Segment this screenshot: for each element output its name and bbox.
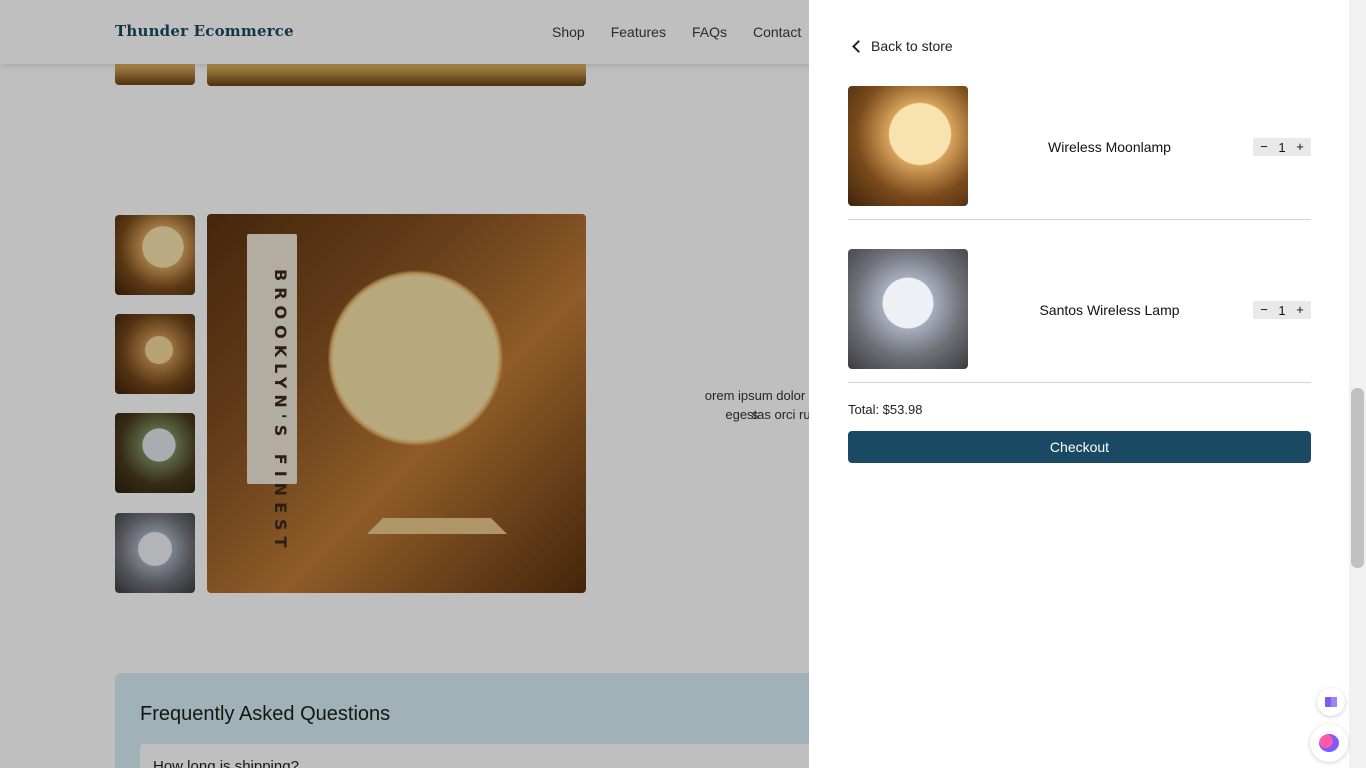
quantity-value: 1 — [1278, 139, 1286, 155]
quantity-value: 1 — [1278, 302, 1286, 318]
checkout-button[interactable]: Checkout — [848, 431, 1311, 463]
back-to-store-link[interactable]: Back to store — [851, 38, 953, 54]
book-icon — [1325, 697, 1337, 707]
assistant-widget-button[interactable] — [1310, 724, 1348, 762]
cart-total: Total: $53.98 — [848, 402, 923, 417]
cart-item-image — [848, 86, 968, 206]
decrease-quantity-button[interactable]: − — [1259, 138, 1269, 156]
quantity-stepper: − 1 + — [1253, 138, 1311, 156]
scrollbar-thumb[interactable] — [1351, 388, 1364, 568]
cart-item-name: Santos Wireless Lamp — [1039, 302, 1180, 318]
cart-drawer: Back to store Wireless Moonlamp − 1 + Sa… — [809, 0, 1349, 768]
cart-item-name: Wireless Moonlamp — [1048, 139, 1171, 155]
quantity-stepper: − 1 + — [1253, 301, 1311, 319]
reader-widget-button[interactable] — [1317, 688, 1345, 716]
cart-item-image — [848, 249, 968, 369]
increase-quantity-button[interactable]: + — [1295, 138, 1305, 156]
chevron-left-icon — [852, 39, 865, 53]
cart-item: Santos Wireless Lamp − 1 + — [848, 249, 1311, 383]
cart-item: Wireless Moonlamp − 1 + — [848, 86, 1311, 220]
scrollbar-track[interactable] — [1349, 0, 1366, 768]
back-to-store-label: Back to store — [871, 38, 953, 54]
brain-icon — [1319, 734, 1339, 752]
increase-quantity-button[interactable]: + — [1295, 301, 1305, 319]
decrease-quantity-button[interactable]: − — [1259, 301, 1269, 319]
